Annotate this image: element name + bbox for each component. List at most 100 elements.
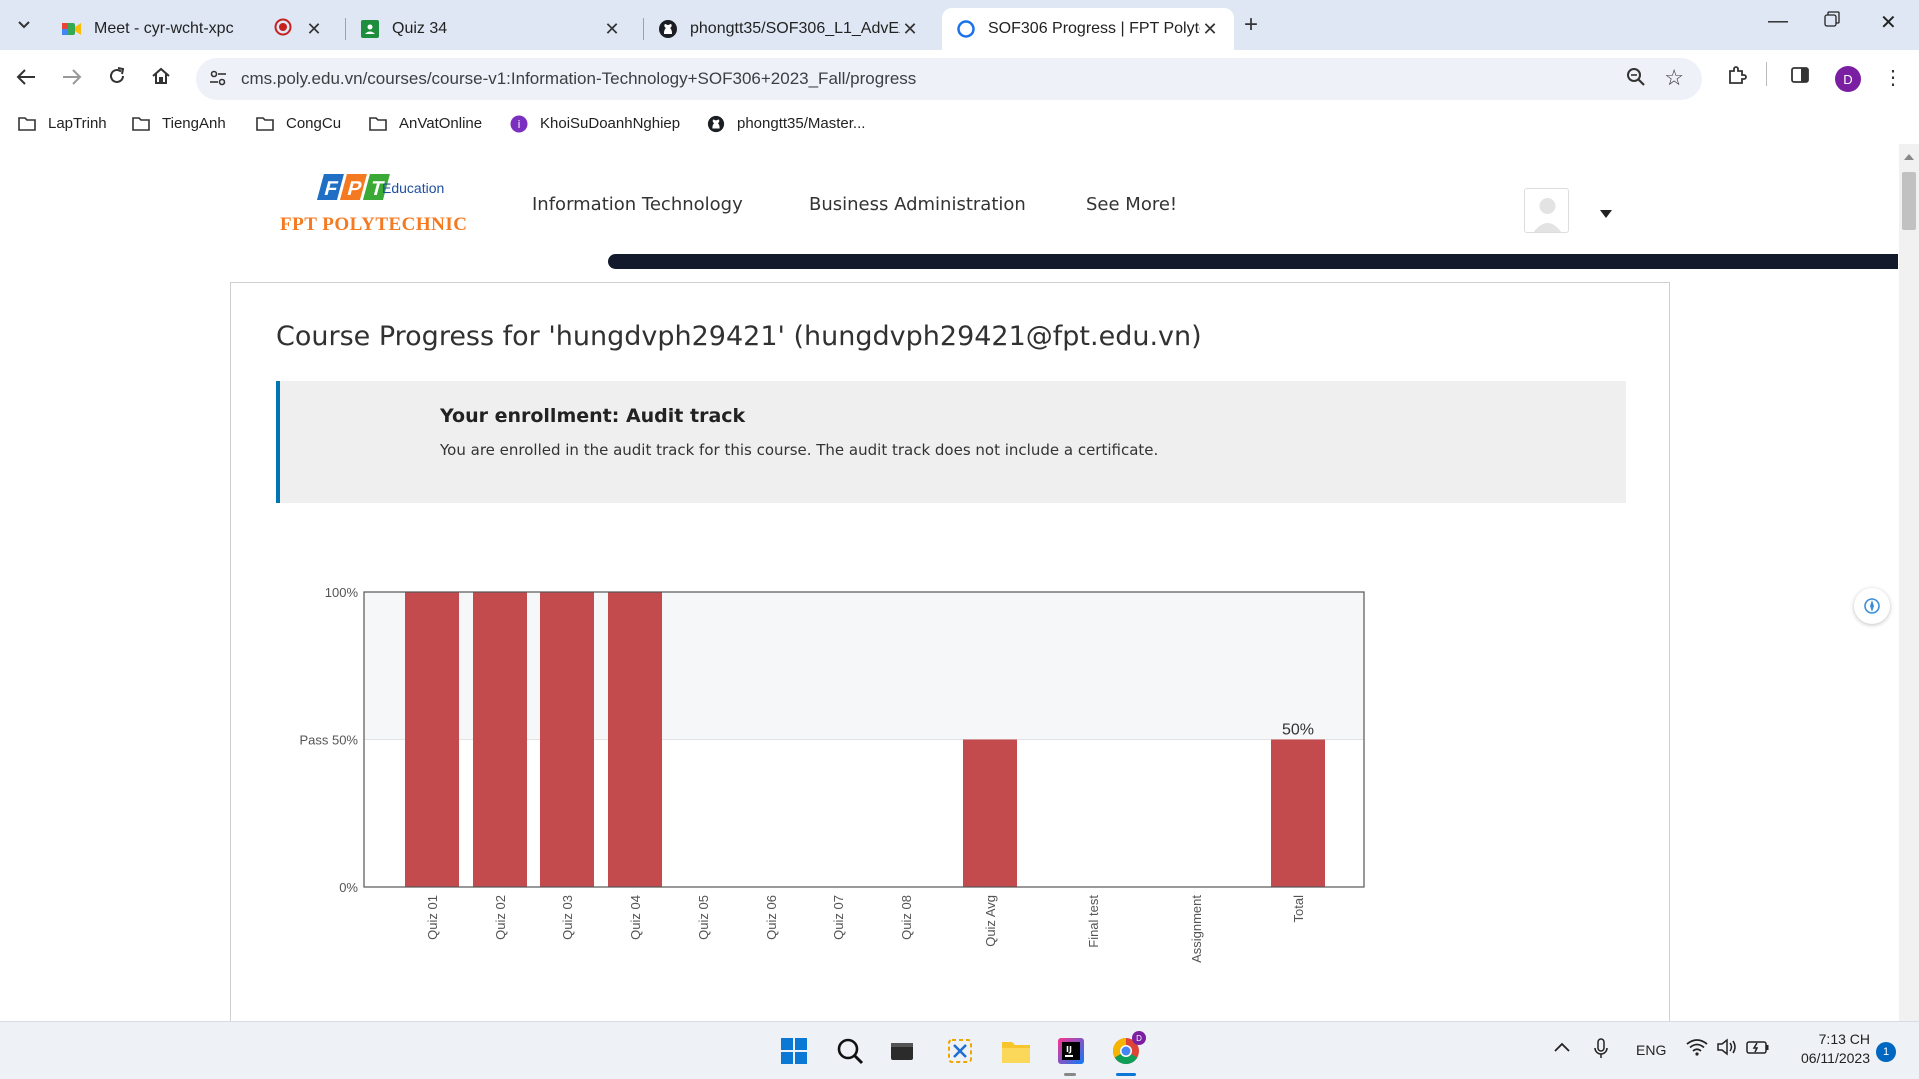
nav-business-administration[interactable]: Business Administration	[809, 194, 1026, 215]
enrollment-message: You are enrolled in the audit track for …	[440, 441, 1159, 459]
logo-name-text: FPT POLYTECHNIC	[280, 214, 468, 235]
svg-text:IJ: IJ	[1066, 1045, 1072, 1054]
nav-see-more[interactable]: See More!	[1086, 194, 1177, 215]
progress-card: Course Progress for 'hungdvph29421' (hun…	[230, 282, 1670, 1021]
microphone-icon[interactable]	[1594, 1038, 1608, 1063]
tab-search-chevron-icon[interactable]	[10, 11, 38, 39]
google-meet-icon	[62, 19, 82, 39]
fpt-polytechnic-logo[interactable]: F P T Education FPT POLYTECHNIC	[280, 170, 480, 240]
folder-icon	[132, 116, 152, 132]
bookmark-label: TiengAnh	[162, 115, 226, 132]
extensions-puzzle-icon[interactable]	[1726, 65, 1748, 93]
clock-time: 7:13 CH	[1818, 1031, 1870, 1047]
notification-badge[interactable]: 1	[1876, 1042, 1896, 1062]
x-tick-label: Quiz 02	[493, 895, 508, 940]
bar-quiz-01	[405, 592, 459, 887]
tab-title: phongtt35/SOF306_L1_AdvEx	[690, 20, 900, 37]
x-tick-label: Quiz 04	[628, 895, 643, 940]
x-tick-label: Quiz 05	[696, 895, 711, 940]
taskbar-clock[interactable]: 7:13 CH 06/11/2023	[1790, 1030, 1870, 1068]
back-arrow-icon[interactable]	[16, 66, 36, 92]
bookmark-anvatonline[interactable]: AnVatOnline	[369, 115, 482, 132]
nav-information-technology[interactable]: Information Technology	[532, 194, 743, 215]
bookmark-tienganh[interactable]: TiengAnh	[132, 115, 226, 132]
github-icon	[658, 19, 678, 39]
close-window-icon[interactable]: ✕	[1880, 10, 1897, 35]
tab-title: Meet - cyr-wcht-xpc	[94, 20, 234, 37]
volume-icon[interactable]	[1716, 1038, 1738, 1059]
bookmark-congcu[interactable]: CongCu	[256, 115, 341, 132]
home-icon[interactable]	[151, 66, 171, 92]
x-tick-label: Quiz 07	[831, 895, 846, 940]
site-info-icon[interactable]	[208, 68, 228, 88]
tab-meet[interactable]: Meet - cyr-wcht-xpc ✕	[48, 8, 338, 50]
chrome-profile-badge: D	[1132, 1031, 1146, 1045]
bookmark-label: LapTrinh	[48, 115, 107, 132]
minimize-window-icon[interactable]: —	[1768, 10, 1788, 33]
scroll-up-arrow-icon[interactable]	[1904, 154, 1914, 160]
file-explorer-icon[interactable]	[1000, 1035, 1032, 1067]
y-tick-label: Pass 50%	[299, 733, 358, 748]
user-menu-caret-icon[interactable]	[1600, 210, 1612, 218]
x-tick-label: Final test	[1086, 895, 1101, 948]
url-text[interactable]: cms.poly.edu.vn/courses/course-v1:Inform…	[241, 69, 916, 89]
chrome-icon[interactable]: D	[1110, 1031, 1146, 1067]
snipping-tool-icon[interactable]	[944, 1035, 976, 1067]
side-panel-icon[interactable]	[1790, 65, 1810, 91]
logo-education-text: Education	[382, 180, 445, 196]
bookmarks-bar: LapTrinh TiengAnh CongCu AnVatOnline i K…	[0, 108, 1919, 144]
wifi-icon[interactable]	[1686, 1038, 1708, 1059]
restore-window-icon[interactable]	[1824, 10, 1840, 33]
bookmark-github-master[interactable]: phongtt35/Master...	[707, 115, 865, 132]
show-hidden-icons-icon[interactable]	[1554, 1039, 1570, 1057]
x-tick-label: Quiz 08	[899, 895, 914, 940]
bookmark-label: AnVatOnline	[399, 115, 483, 132]
page-content: F P T Education FPT POLYTECHNIC Informat…	[0, 144, 1919, 1021]
reload-icon[interactable]	[107, 66, 127, 92]
windows-taskbar: IJ D ENG 7:13 CH 06/11/2023 1	[0, 1021, 1919, 1079]
clock-date: 06/11/2023	[1800, 1050, 1870, 1066]
progress-chart: Quiz 01 Quiz 02 Quiz 03 Quiz 04 Quiz 05 Quiz …	[299, 585, 1365, 963]
close-tab-icon[interactable]: ✕	[602, 19, 622, 40]
data-label: 50%	[1282, 722, 1314, 739]
close-tab-icon[interactable]: ✕	[900, 19, 920, 40]
search-icon[interactable]	[834, 1035, 866, 1067]
close-tab-icon[interactable]: ✕	[1200, 19, 1220, 40]
tab-sof306-progress[interactable]: SOF306 Progress | FPT Polytec ✕	[942, 8, 1234, 50]
forward-arrow-icon[interactable]	[62, 66, 82, 92]
more-menu-icon[interactable]: ⋮	[1883, 65, 1903, 90]
x-tick-label: Total	[1291, 895, 1306, 923]
new-tab-button[interactable]: +	[1244, 11, 1258, 39]
scrollbar-thumb[interactable]	[1902, 172, 1916, 230]
header-dark-bar	[608, 254, 1898, 269]
bookmark-label: KhoiSuDoanhNghiep	[540, 115, 681, 132]
loading-icon	[956, 19, 976, 39]
windows-start-icon[interactable]	[778, 1035, 810, 1067]
enrollment-title: Your enrollment: Audit track	[440, 405, 746, 427]
bookmark-star-icon[interactable]: ☆	[1664, 65, 1684, 91]
terminal-icon[interactable]	[886, 1035, 918, 1067]
close-tab-icon[interactable]: ✕	[304, 19, 324, 40]
page-scrollbar[interactable]	[1899, 144, 1919, 1021]
y-tick-label: 0%	[339, 880, 358, 895]
app-running-indicator	[1064, 1073, 1076, 1076]
y-tick-label: 100%	[325, 585, 359, 600]
user-avatar[interactable]	[1524, 188, 1569, 233]
zoom-magnifier-icon[interactable]	[1626, 67, 1646, 93]
address-bar[interactable]: cms.poly.edu.vn/courses/course-v1:Inform…	[196, 58, 1702, 100]
bookmark-khoisudoanhnghiep[interactable]: i KhoiSuDoanhNghiep	[510, 115, 680, 132]
intellij-icon[interactable]: IJ	[1055, 1035, 1087, 1067]
battery-icon[interactable]	[1746, 1038, 1770, 1059]
profile-avatar[interactable]: D	[1835, 66, 1861, 92]
bookmark-laptrinh[interactable]: LapTrinh	[18, 115, 107, 132]
tab-quiz[interactable]: Quiz 34 ✕	[346, 8, 636, 50]
bookmark-label: phongtt35/Master...	[737, 115, 866, 132]
folder-icon	[369, 116, 389, 132]
x-tick-label: Quiz 06	[764, 895, 779, 940]
folder-icon	[18, 116, 38, 132]
language-indicator[interactable]: ENG	[1636, 1042, 1666, 1058]
tab-github[interactable]: phongtt35/SOF306_L1_AdvEx ✕	[644, 8, 934, 50]
x-tick-label: Quiz 03	[560, 895, 575, 940]
svg-text:i: i	[517, 118, 520, 131]
assistant-sparkle-icon[interactable]	[1854, 588, 1890, 624]
